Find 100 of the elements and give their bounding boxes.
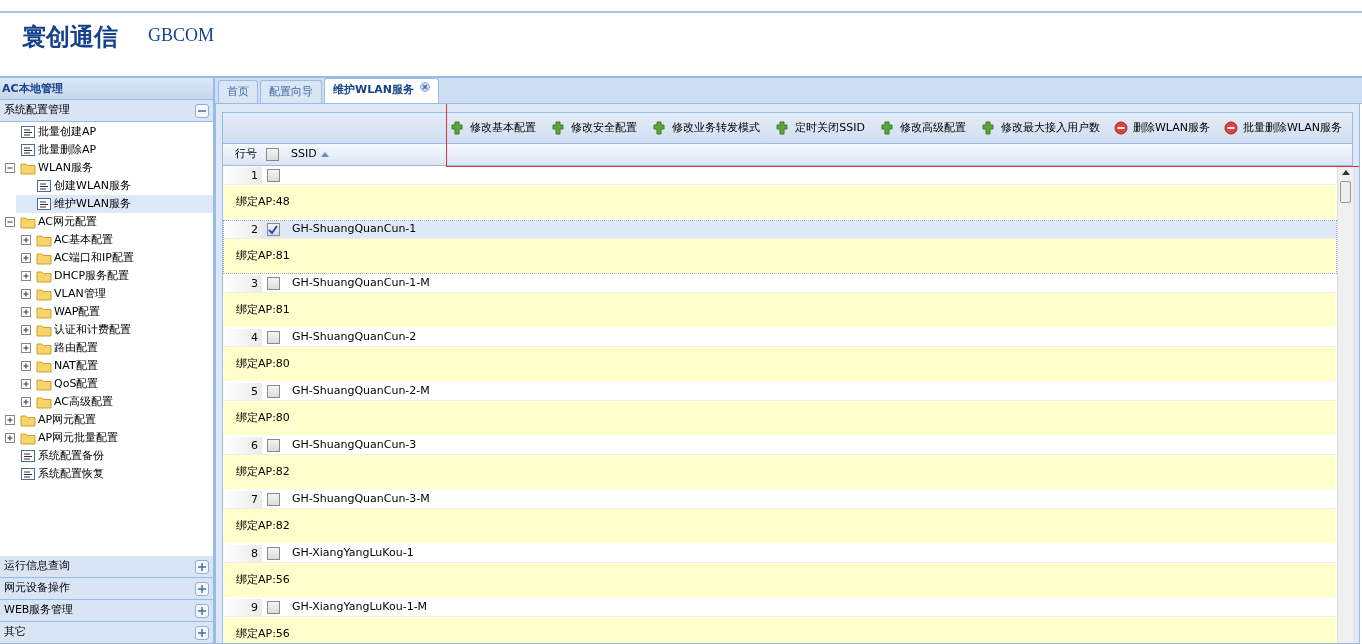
tree-item[interactable]: DHCP服务配置 xyxy=(16,267,213,285)
folder-icon xyxy=(36,304,52,320)
ssid-cell-text: GH-ShuangQuanCun-2-M xyxy=(291,383,430,400)
tree-item[interactable]: QoS配置 xyxy=(16,375,213,393)
toolbar-button[interactable]: 修改基本配置 xyxy=(447,119,539,137)
folder-icon xyxy=(36,394,52,410)
tree-item[interactable]: 系统配置备份 xyxy=(0,447,213,465)
tab[interactable]: 配置向导 xyxy=(260,80,322,103)
detail-text: 绑定AP:82 xyxy=(236,465,290,478)
folder-icon xyxy=(20,430,36,446)
detail-text: 绑定AP:81 xyxy=(236,249,290,262)
scroll-thumb[interactable] xyxy=(1340,181,1351,203)
tree-label: NAT配置 xyxy=(54,357,98,374)
tree-item[interactable]: WLAN服务 xyxy=(0,159,213,177)
detail-text: 绑定AP:56 xyxy=(236,573,290,586)
tree-item[interactable]: AC端口和IP配置 xyxy=(16,249,213,267)
toolbar-button[interactable]: 批量删除WLAN服务 xyxy=(1222,119,1344,137)
tab[interactable]: 首页 xyxy=(218,80,258,103)
folder-icon xyxy=(20,412,36,428)
tree-item[interactable]: 路由配置 xyxy=(16,339,213,357)
tree-item[interactable]: AC基本配置 xyxy=(16,231,213,249)
tree-item[interactable]: AC网元配置 xyxy=(0,213,213,231)
ssid-cell-text: GH-ShuangQuanCun-1 xyxy=(291,221,417,238)
toolbar-button[interactable]: 修改安全配置 xyxy=(548,119,640,137)
accordion-title: 其它 xyxy=(4,624,26,641)
detail-text: 绑定AP:80 xyxy=(236,411,290,424)
toolbar-button[interactable]: 修改业务转发模式 xyxy=(649,119,763,137)
tree-item[interactable]: 认证和计费配置 xyxy=(16,321,213,339)
document-icon xyxy=(20,466,36,482)
tree-item[interactable]: WAP配置 xyxy=(16,303,213,321)
row-checkbox[interactable] xyxy=(266,331,280,344)
brand-name: GBCOM xyxy=(148,24,214,47)
tab[interactable]: 维护WLAN服务 xyxy=(324,78,439,103)
accordion-title: 网元设备操作 xyxy=(4,580,70,597)
tree-item[interactable]: AP网元配置 xyxy=(0,411,213,429)
row-number: 2 xyxy=(224,221,262,238)
row-checkbox[interactable] xyxy=(266,547,280,560)
document-icon xyxy=(36,178,52,194)
tree-item[interactable]: 维护WLAN服务 xyxy=(16,195,213,213)
row-checkbox[interactable] xyxy=(266,223,280,236)
accordion-header[interactable]: 运行信息查询 xyxy=(0,556,213,578)
folder-icon xyxy=(36,376,52,392)
ssid-cell-text: GH-ShuangQuanCun-3 xyxy=(291,437,417,454)
accordion-header[interactable]: WEB服务管理 xyxy=(0,600,213,622)
tree-label: QoS配置 xyxy=(54,375,99,392)
scroll-up-icon[interactable] xyxy=(1341,170,1350,175)
column-header: 行号 xyxy=(234,146,258,163)
document-icon xyxy=(20,448,36,464)
tree-item[interactable]: AC高级配置 xyxy=(16,393,213,411)
toolbar-button[interactable]: 定时关闭SSID xyxy=(772,119,867,137)
tree-item[interactable]: NAT配置 xyxy=(16,357,213,375)
detail-text: 绑定AP:82 xyxy=(236,519,290,532)
tree-item[interactable]: 批量创建AP xyxy=(0,123,213,141)
tree-label: AC网元配置 xyxy=(38,213,97,230)
accordion-header[interactable]: 系统配置管理 xyxy=(0,100,213,122)
tree-label: 认证和计费配置 xyxy=(54,321,131,338)
tree-label: WLAN服务 xyxy=(38,159,93,176)
remove-icon xyxy=(1224,121,1238,135)
expand-icon[interactable] xyxy=(195,603,209,618)
row-checkbox[interactable] xyxy=(266,277,280,290)
folder-icon xyxy=(36,286,52,302)
tree-label: 批量创建AP xyxy=(38,123,97,140)
folder-icon xyxy=(36,322,52,338)
tree-label: 系统配置备份 xyxy=(38,447,104,464)
accordion-header[interactable]: 网元设备操作 xyxy=(0,578,213,600)
ssid-cell-text: GH-ShuangQuanCun-3-M xyxy=(291,491,430,508)
tree-item[interactable]: 批量删除AP xyxy=(0,141,213,159)
document-icon xyxy=(20,142,36,158)
expand-icon[interactable] xyxy=(195,559,209,574)
tree-item[interactable]: 系统配置恢复 xyxy=(0,465,213,483)
select-all-checkbox[interactable] xyxy=(265,148,279,161)
tree-item[interactable]: AP网元批量配置 xyxy=(0,429,213,447)
expand-icon[interactable] xyxy=(195,625,209,640)
toolbar-button[interactable]: 删除WLAN服务 xyxy=(1111,119,1212,137)
tree-label: 维护WLAN服务 xyxy=(54,195,131,212)
ssid-cell-text: GH-XiangYangLuKou-1-M xyxy=(291,599,428,616)
expand-icon[interactable] xyxy=(195,581,209,596)
tree-item[interactable]: VLAN管理 xyxy=(16,285,213,303)
row-checkbox[interactable] xyxy=(266,439,280,452)
collapse-icon[interactable] xyxy=(195,103,209,118)
tree-label: 批量删除AP xyxy=(38,141,97,158)
row-checkbox[interactable] xyxy=(266,169,280,182)
row-checkbox[interactable] xyxy=(266,601,280,614)
close-icon[interactable] xyxy=(419,82,430,92)
ssid-cell-text: GH-XiangYangLuKou-1 xyxy=(291,545,414,562)
row-checkbox[interactable] xyxy=(266,493,280,506)
logo-text: 寰创通信 xyxy=(22,22,118,53)
tree-item[interactable]: 创建WLAN服务 xyxy=(16,177,213,195)
table-record[interactable]: 2 GH-ShuangQuanCun-1 绑定AP:81 xyxy=(223,220,1337,274)
vertical-scrollbar[interactable] xyxy=(1337,166,1353,643)
column-header[interactable]: SSID xyxy=(283,146,329,163)
tree-label: AC高级配置 xyxy=(54,393,113,410)
tree-label: AC端口和IP配置 xyxy=(54,249,134,266)
tree-label: VLAN管理 xyxy=(54,285,106,302)
row-checkbox[interactable] xyxy=(266,385,280,398)
accordion-header[interactable]: 其它 xyxy=(0,622,213,644)
detail-text: 绑定AP:56 xyxy=(236,627,290,640)
toolbar-button[interactable]: 修改最大接入用户数 xyxy=(977,119,1102,137)
ssid-cell-text: GH-ShuangQuanCun-1-M xyxy=(291,275,430,292)
toolbar-button[interactable]: 修改高级配置 xyxy=(876,119,968,137)
